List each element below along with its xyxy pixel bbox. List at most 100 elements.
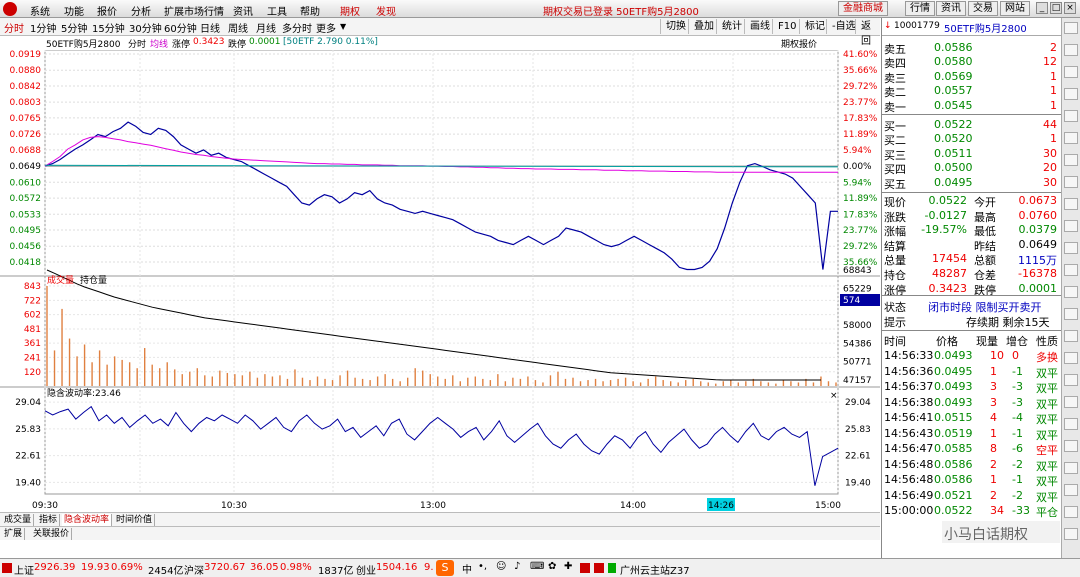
- ime-punct-icon[interactable]: •,: [478, 561, 487, 572]
- calendar-icon[interactable]: [1064, 264, 1078, 276]
- news-icon[interactable]: [1064, 242, 1078, 254]
- star-icon[interactable]: [1064, 176, 1078, 188]
- candle-icon[interactable]: [1064, 110, 1078, 122]
- tab-volume[interactable]: 成交量: [2, 514, 35, 526]
- table-icon[interactable]: [1064, 154, 1078, 166]
- ime-voice-icon[interactable]: ♪: [514, 561, 520, 572]
- menu-system[interactable]: 系统: [30, 3, 50, 18]
- menu-analysis[interactable]: 分析: [131, 3, 151, 18]
- tip-value: 存续期 剩余15天: [966, 316, 1050, 329]
- list-icon[interactable]: [1064, 132, 1078, 144]
- oi-tick-label: 54386: [843, 339, 872, 349]
- link-icon[interactable]: [1064, 484, 1078, 496]
- chart-icon[interactable]: [1064, 462, 1078, 474]
- draw-button[interactable]: 画线: [744, 19, 775, 34]
- tab-30min[interactable]: 30分钟: [129, 20, 162, 35]
- back-button[interactable]: 返回: [855, 19, 880, 47]
- layout-icon[interactable]: [1064, 396, 1078, 408]
- down-arrow-icon[interactable]: [1064, 528, 1078, 540]
- tab-time-value[interactable]: 时间价值: [114, 514, 156, 526]
- volume-tick-label: 481: [24, 325, 41, 335]
- tab-multi-intraday[interactable]: 多分时: [282, 20, 312, 35]
- trade-header: 价格: [936, 335, 958, 348]
- menu-extended-market[interactable]: 扩展市场行情: [164, 3, 224, 18]
- sh-label[interactable]: 上证: [14, 562, 34, 577]
- menu-help[interactable]: 帮助: [300, 3, 320, 18]
- ime-skin-icon[interactable]: ✿: [548, 561, 556, 572]
- menu-discover[interactable]: 发现: [376, 3, 396, 18]
- ime-tool-icon[interactable]: ✚: [564, 561, 572, 572]
- ime-keyboard-icon[interactable]: ⌨: [530, 561, 544, 572]
- alert-icon[interactable]: [594, 563, 604, 573]
- gear-icon[interactable]: [1064, 418, 1078, 430]
- menu-news[interactable]: 资讯: [233, 3, 253, 18]
- menu-options[interactable]: 期权: [340, 3, 360, 18]
- filter-icon[interactable]: [1064, 374, 1078, 386]
- tab-daily[interactable]: 日线: [200, 20, 220, 35]
- tab-monthly[interactable]: 月线: [256, 20, 276, 35]
- minimize-icon[interactable]: _: [1036, 2, 1048, 14]
- ime-emoji-icon[interactable]: ☺: [496, 561, 506, 572]
- menu-quote[interactable]: 报价: [97, 3, 117, 18]
- menu-function[interactable]: 功能: [64, 3, 84, 18]
- tab-weekly[interactable]: 周线: [228, 20, 248, 35]
- tab-intraday[interactable]: 分时: [4, 20, 24, 35]
- trade-volume: 1: [990, 473, 997, 486]
- zoom-icon[interactable]: [1064, 308, 1078, 320]
- oi-tick-label: 65229: [843, 284, 872, 294]
- tab-extension[interactable]: 扩展: [2, 528, 26, 540]
- price-tick-label: 0.0803: [10, 98, 42, 108]
- user-icon[interactable]: [1064, 506, 1078, 518]
- pie-icon[interactable]: [1064, 198, 1078, 210]
- stats-button[interactable]: 统计: [716, 19, 747, 34]
- grid-icon[interactable]: [1064, 44, 1078, 56]
- more-dropdown-icon[interactable]: ▼: [340, 22, 346, 31]
- pen-icon[interactable]: [1064, 286, 1078, 298]
- chart-info-line: 50ETF购5月2800 分时 均线 涨停 0.3423 跌停 0.0001 […: [0, 36, 880, 50]
- trade-price: 0.0519: [934, 426, 973, 440]
- tab-15min[interactable]: 15分钟: [92, 20, 125, 35]
- intraday-chart[interactable]: 0.0919 41.60% 0.0880 35.66% 0.0842 29.72% 0.08…: [0, 50, 880, 512]
- bid-label: 买五: [884, 177, 906, 191]
- tab-5min[interactable]: 5分钟: [61, 20, 87, 35]
- alert-icon[interactable]: [580, 563, 590, 573]
- ime-icon[interactable]: S: [436, 560, 454, 576]
- trade-button[interactable]: 交易: [968, 1, 998, 16]
- bell-icon[interactable]: [1064, 330, 1078, 342]
- overlay-button[interactable]: 叠加: [688, 19, 719, 34]
- ime-language-icon[interactable]: 中: [462, 561, 472, 576]
- menu-tools[interactable]: 工具: [267, 3, 287, 18]
- tab-more[interactable]: 更多: [316, 20, 336, 35]
- trade-type: 双平: [1036, 397, 1058, 411]
- tab-1min[interactable]: 1分钟: [30, 20, 56, 35]
- percent-icon[interactable]: [1064, 440, 1078, 452]
- trade-time: 14:56:38: [884, 395, 934, 409]
- maximize-icon[interactable]: □: [1050, 2, 1062, 14]
- tab-60min[interactable]: 60分钟: [164, 20, 197, 35]
- bid-price: 0.0500: [934, 161, 973, 175]
- tab-indicator[interactable]: 指标: [37, 514, 61, 526]
- tab-implied-vol[interactable]: 隐含波动率: [62, 514, 113, 526]
- info-icon[interactable]: [1064, 220, 1078, 232]
- news-button[interactable]: 资讯: [936, 1, 966, 16]
- oi-tick-label: 50771: [843, 358, 872, 368]
- tab-related-quote[interactable]: 关联报价: [31, 528, 73, 540]
- price-tick-label: 0.0495: [10, 226, 42, 236]
- iv-close-icon: ×: [830, 391, 838, 401]
- website-button[interactable]: 网站: [1000, 1, 1030, 16]
- close-icon[interactable]: ×: [1064, 2, 1076, 14]
- connection-icon: [608, 563, 616, 573]
- option-quote-link[interactable]: 期权报价: [781, 37, 817, 50]
- up-arrow-icon[interactable]: [1064, 22, 1078, 34]
- bar-chart-icon[interactable]: [1064, 88, 1078, 100]
- finance-mall-button[interactable]: 金融商城: [838, 1, 888, 16]
- price-tick-label: 0.0688: [10, 146, 42, 156]
- line-chart-icon[interactable]: [1064, 66, 1078, 78]
- hs-label[interactable]: 沪深: [184, 562, 204, 577]
- cy-label[interactable]: 创业: [356, 562, 376, 577]
- ask-price: 0.0569: [934, 69, 973, 83]
- clock-icon[interactable]: [1064, 352, 1078, 364]
- f10-button[interactable]: F10: [772, 19, 802, 34]
- quote-button[interactable]: 行情: [905, 1, 935, 16]
- switch-button[interactable]: 切换: [660, 19, 691, 34]
